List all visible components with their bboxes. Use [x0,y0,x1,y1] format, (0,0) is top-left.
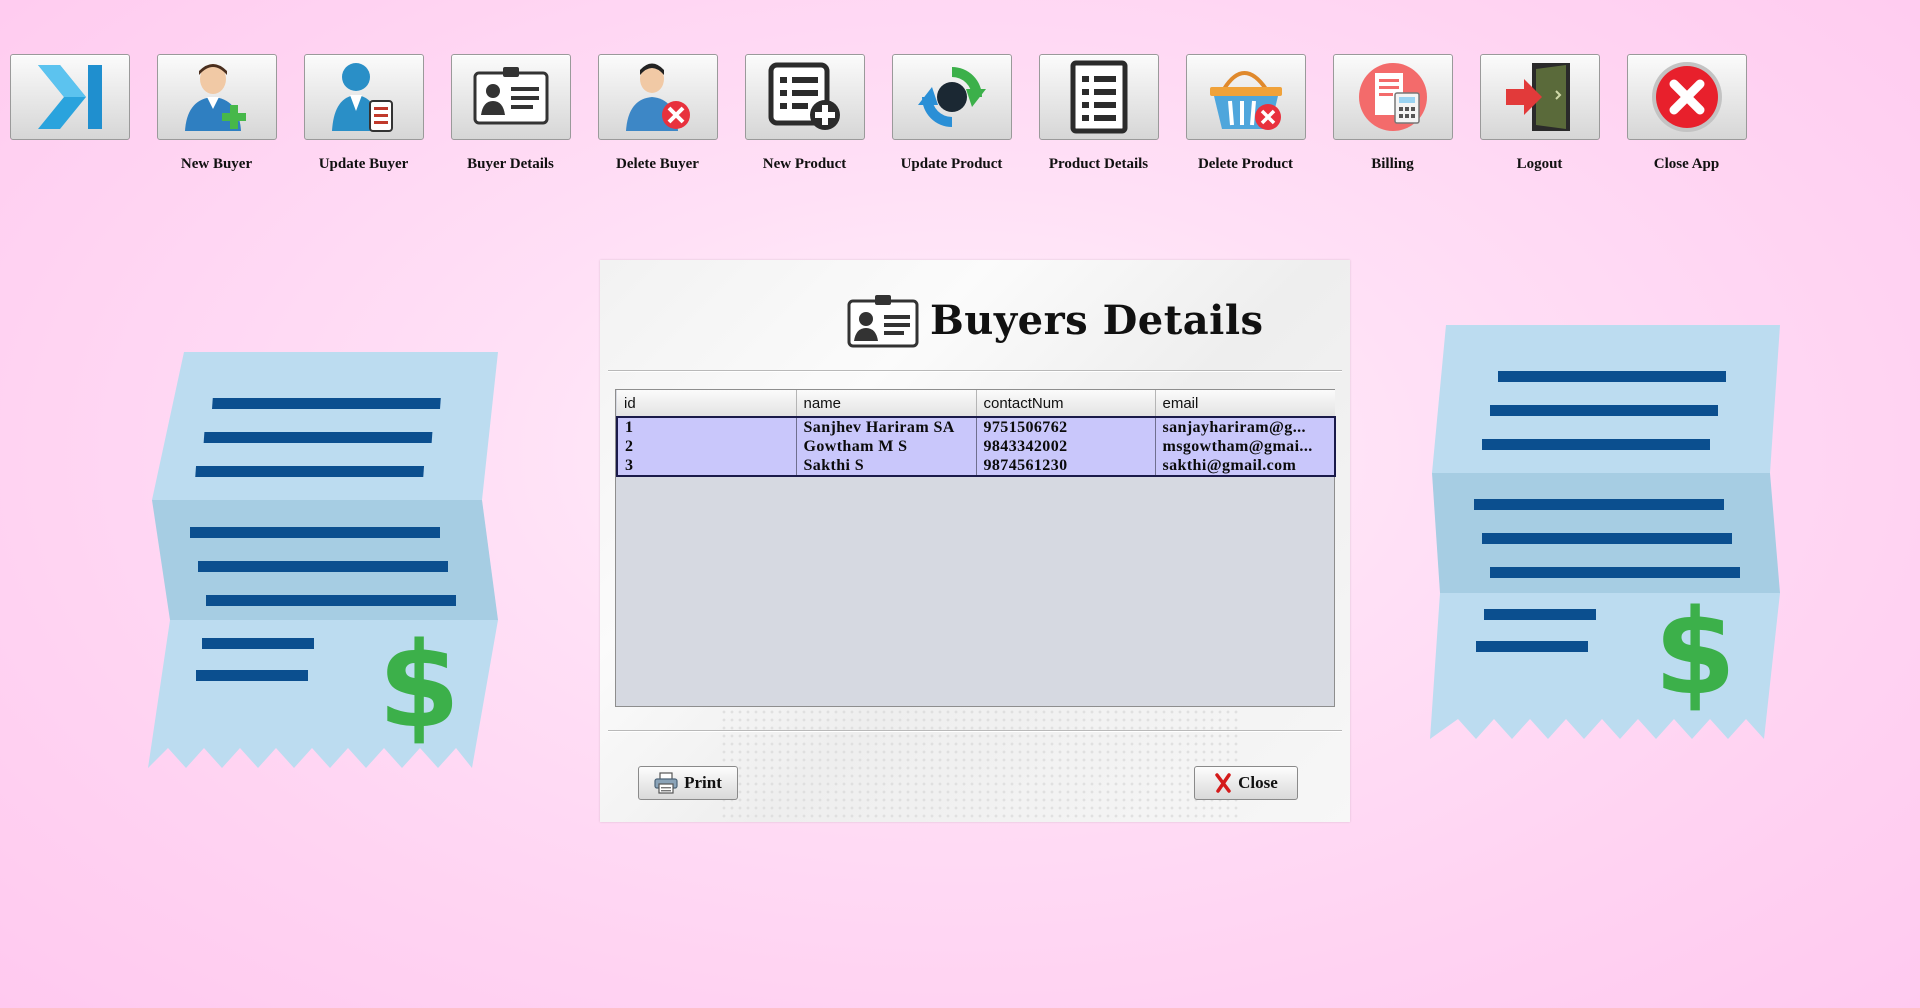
tool-new-product: New Product [745,54,892,184]
tool-expand [10,54,157,184]
cell-name[interactable]: Sanjhev Hariram SA [796,416,977,437]
table-row[interactable]: 1 Sanjhev Hariram SA 9751506762 sanjayha… [616,416,1336,437]
close-button-label: Close [1238,773,1278,792]
tool-buyer-details: Buyer Details [451,54,598,184]
billing-button[interactable] [1333,54,1453,140]
buyers-table[interactable]: id name contactNum email 1 Sanjhev Harir… [615,389,1336,707]
tool-label: Delete Buyer [616,156,699,172]
delete-buyer-button[interactable] [598,54,718,140]
tool-delete-product: Delete Product [1186,54,1333,184]
print-button[interactable]: Print [638,766,738,800]
tool-update-buyer: Update Buyer [304,54,451,184]
buyers-details-dialog: Buyers Details id name contactNum email … [600,260,1350,822]
cell-id[interactable]: 3 [616,456,797,477]
user-add-icon [185,64,246,131]
product-details-button[interactable] [1039,54,1159,140]
table-row[interactable]: 2 Gowtham M S 9843342002 msgowtham@gmai.… [616,437,1336,456]
printer-icon [654,772,678,794]
tool-label: Billing [1371,156,1414,172]
cell-contact[interactable]: 9843342002 [976,437,1156,456]
close-x-icon [1215,773,1231,793]
billing-icon [1359,63,1427,131]
user-delete-icon [626,63,690,131]
new-product-button[interactable] [745,54,865,140]
header-separator [608,370,1342,372]
id-card-icon [847,295,919,348]
cell-name[interactable]: Sakthi S [796,456,977,477]
tool-label: Delete Product [1197,156,1294,172]
column-header-name[interactable]: name [796,390,977,418]
cell-email[interactable]: sanjayhariram@g... [1155,416,1336,437]
tool-label: Update Buyer [318,156,409,172]
cell-id[interactable]: 1 [616,416,797,437]
update-buyer-button[interactable] [304,54,424,140]
logout-button[interactable] [1480,54,1600,140]
expand-icon [38,65,102,129]
close-circle-icon [1652,62,1722,132]
dialog-title: Buyers Details [846,290,1264,350]
tool-label: New Product [762,156,847,172]
tool-delete-buyer: Delete Buyer [598,54,745,184]
receipt-illustration-right: $ [1430,325,1780,739]
new-buyer-button[interactable] [157,54,277,140]
table-row[interactable]: 3 Sakthi S 9874561230 sakthi@gmail.com [616,456,1336,477]
cell-contact[interactable]: 9751506762 [976,416,1156,437]
svg-text:$: $ [378,616,460,754]
refresh-icon [918,67,986,127]
dialog-header: Buyers Details [600,260,1350,370]
tool-product-details: Product Details [1039,54,1186,184]
user-edit-icon [332,63,393,132]
tool-label: Update Product [900,156,1003,172]
tool-update-product: Update Product [892,54,1039,184]
tool-label: Logout [1516,156,1563,172]
cell-id[interactable]: 2 [616,437,797,456]
update-product-button[interactable] [892,54,1012,140]
svg-text:$: $ [1654,583,1736,721]
logout-door-icon [1506,63,1570,131]
tool-label: Close App [1653,156,1720,172]
expand-button[interactable] [10,54,130,140]
id-card-icon [473,67,549,125]
decorative-dot-pattern [720,708,1240,820]
list-add-icon [768,62,840,130]
column-header-contact[interactable]: contactNum [976,390,1156,418]
column-header-email[interactable]: email [1155,390,1335,418]
tool-close-app: Close App [1627,54,1774,184]
buyers-table-grid: id name contactNum email 1 Sanjhev Harir… [616,390,1336,477]
print-button-label: Print [684,773,722,792]
tool-new-buyer: New Buyer [157,54,304,184]
tool-label: New Buyer [180,156,253,172]
table-header-row: id name contactNum email [617,390,1335,418]
buyer-details-button[interactable] [451,54,571,140]
tool-logout: Logout [1480,54,1627,184]
receipt-illustration-left: $ [148,352,498,768]
basket-delete-icon [1210,71,1282,130]
delete-product-button[interactable] [1186,54,1306,140]
tool-billing: Billing [1333,54,1480,184]
close-app-button[interactable] [1627,54,1747,140]
close-button[interactable]: Close [1194,766,1298,800]
cell-name[interactable]: Gowtham M S [796,437,977,456]
tool-label: Product Details [1048,156,1149,172]
column-header-id[interactable]: id [617,390,797,418]
cell-email[interactable]: msgowtham@gmai... [1155,437,1336,456]
main-toolbar: New Buyer Update Buyer Buyer Details Del… [10,54,1910,184]
cell-contact[interactable]: 9874561230 [976,456,1156,477]
cell-email[interactable]: sakthi@gmail.com [1155,456,1336,477]
tool-label: Buyer Details [467,156,554,172]
list-icon [1070,60,1128,134]
dialog-title-text: Buyers Details [930,296,1264,344]
